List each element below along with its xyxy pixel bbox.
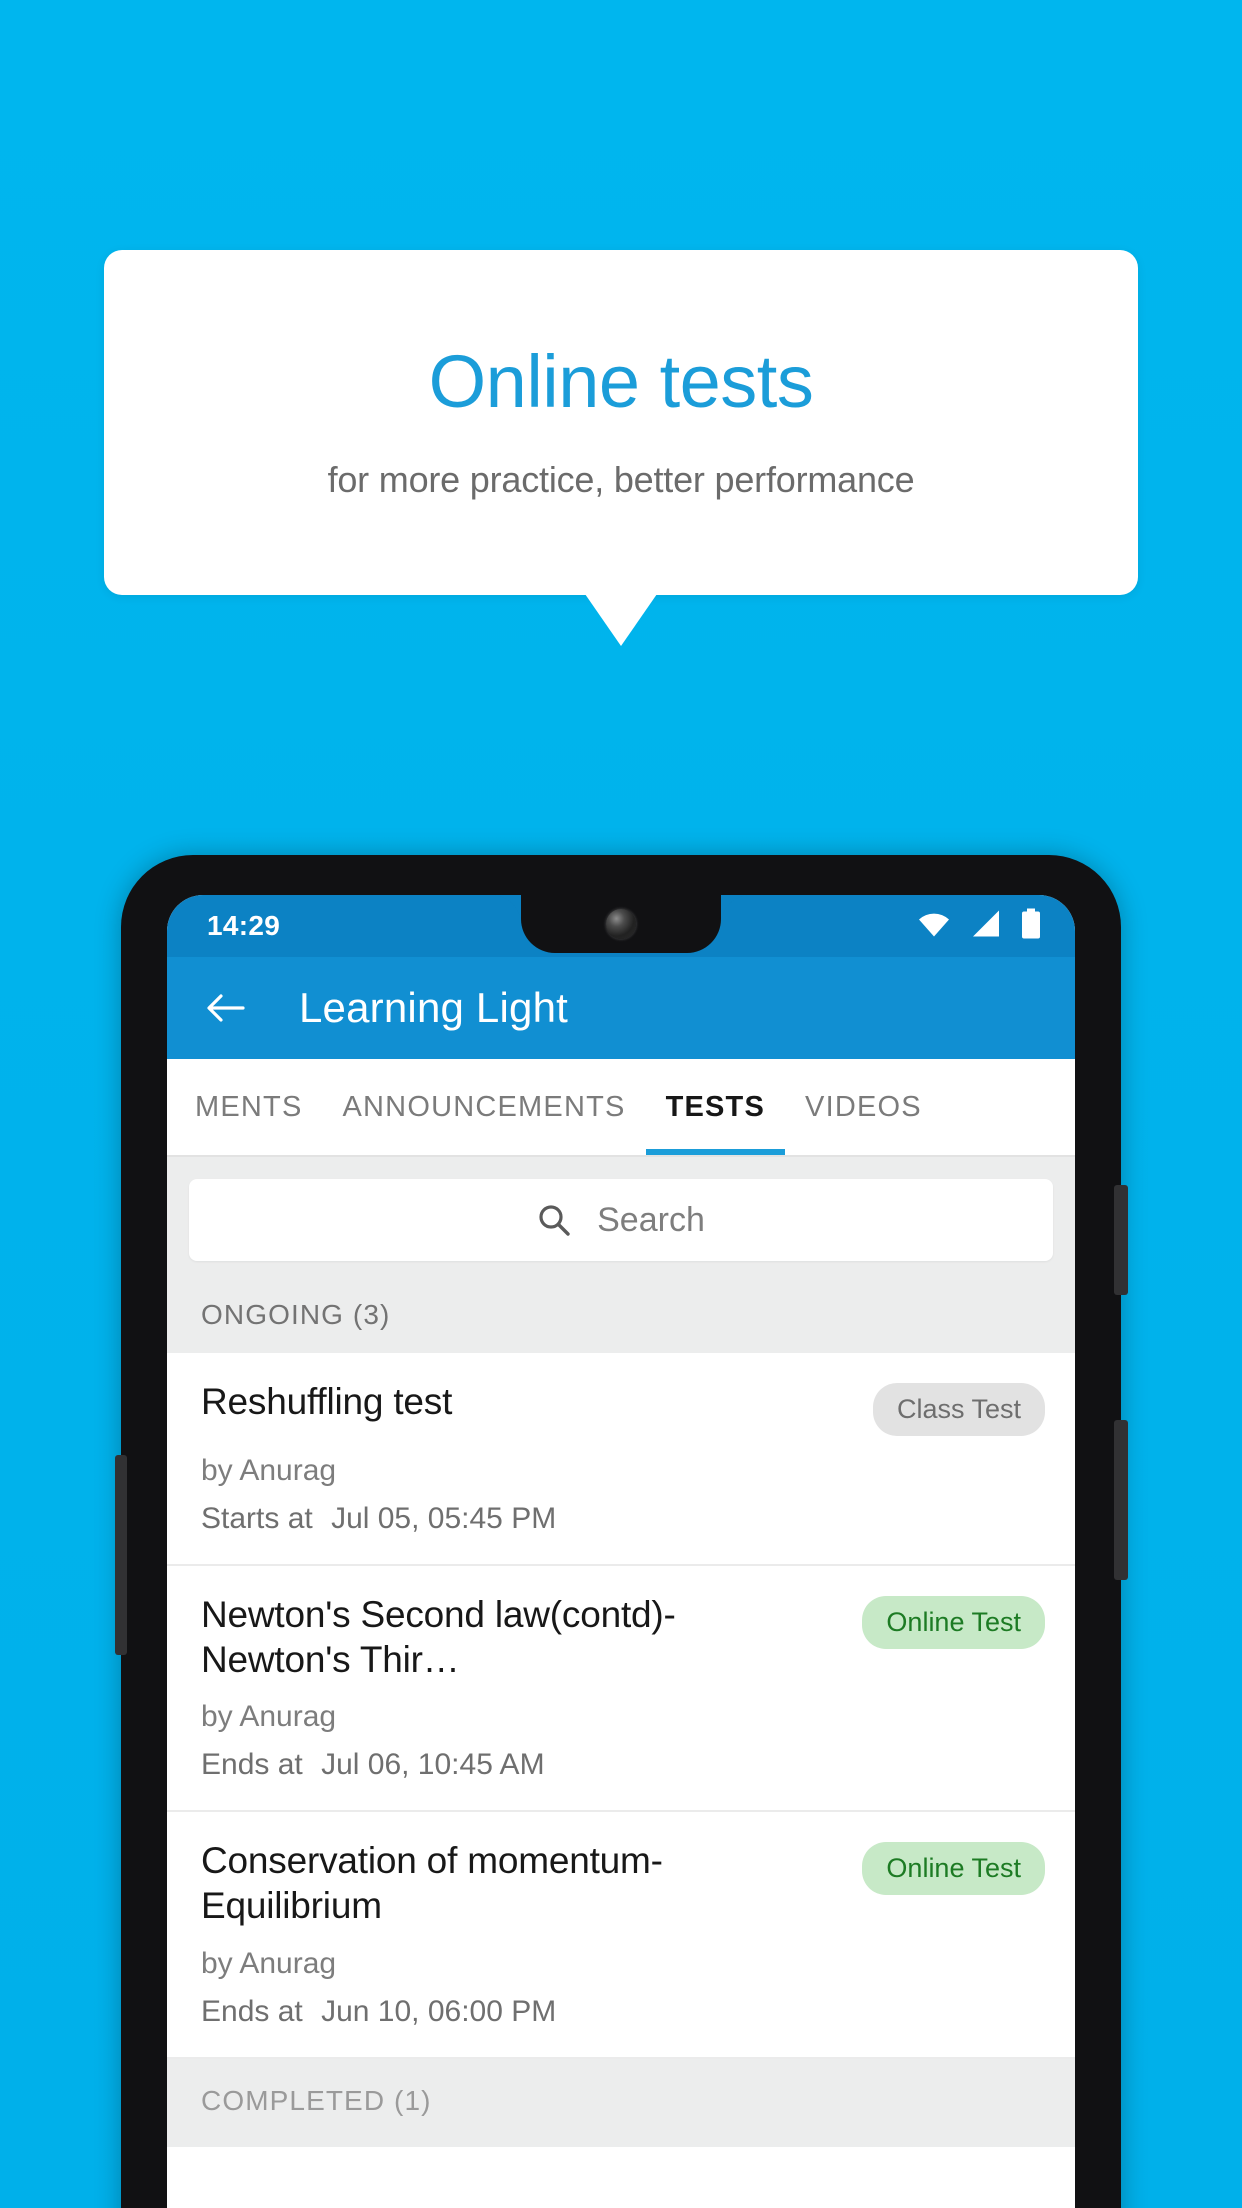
test-item-header: Newton's Second law(contd)-Newton's Thir… — [201, 1592, 1045, 1682]
signal-icon — [971, 910, 1001, 942]
app-bar: Learning Light — [167, 957, 1075, 1059]
battery-icon — [1021, 908, 1041, 944]
promo-subtitle: for more practice, better performance — [327, 458, 915, 500]
search-icon — [537, 1203, 571, 1237]
page-title: Learning Light — [299, 984, 569, 1031]
test-title: Reshuffling test — [201, 1381, 453, 1422]
test-time: Ends at Jul 06, 10:45 AM — [201, 1748, 1045, 1782]
test-author: by Anurag — [201, 1700, 337, 1734]
front-camera-icon — [606, 909, 636, 939]
active-tab-indicator — [646, 1149, 785, 1155]
test-list-item[interactable]: Reshuffling test Class Test by Anurag St… — [167, 1353, 1075, 1566]
search-section: Search — [167, 1157, 1075, 1285]
section-header-completed: COMPLETED (1) — [167, 2058, 1075, 2147]
test-time-value: Jul 05, 05:45 PM — [331, 1502, 557, 1535]
test-list: Reshuffling test Class Test by Anurag St… — [167, 1353, 1075, 2059]
search-placeholder: Search — [597, 1200, 705, 1239]
status-bar: 14:29 — [167, 895, 1075, 957]
test-item-header: Reshuffling test Class Test — [201, 1379, 1045, 1436]
promo-title: Online tests — [428, 339, 814, 423]
phone-right-button-upper — [1114, 1185, 1128, 1295]
tab-ments[interactable]: MENTS — [167, 1059, 323, 1155]
tab-bar: MENTS ANNOUNCEMENTS TESTS VIDEOS — [167, 1059, 1075, 1155]
test-list-item[interactable]: Conservation of momentum-Equilibrium Onl… — [167, 1812, 1075, 2059]
test-author: by Anurag — [201, 1946, 337, 1980]
test-time: Ends at Jun 10, 06:00 PM — [201, 1995, 1045, 2029]
phone-right-button-lower — [1114, 1420, 1128, 1580]
tab-announcements[interactable]: ANNOUNCEMENTS — [323, 1059, 646, 1155]
status-icons — [917, 908, 1041, 944]
test-time-label: Ends at — [201, 1748, 303, 1782]
status-badge: Class Test — [872, 1383, 1045, 1436]
test-time-label: Ends at — [201, 1994, 303, 2028]
promo-card: Online tests for more practice, better p… — [104, 250, 1138, 595]
section-header-ongoing: ONGOING (3) — [167, 1285, 1075, 1353]
phone-left-button — [115, 1455, 127, 1655]
test-list-item[interactable]: Newton's Second law(contd)-Newton's Thir… — [167, 1566, 1075, 1813]
status-badge: Online Test — [862, 1842, 1045, 1896]
back-arrow-icon[interactable] — [203, 986, 247, 1030]
test-time-label: Starts at — [201, 1502, 313, 1535]
phone-notch — [491, 895, 751, 953]
search-input[interactable]: Search — [189, 1179, 1053, 1261]
tab-videos[interactable]: VIDEOS — [785, 1059, 942, 1155]
tab-tests[interactable]: TESTS — [646, 1059, 785, 1155]
test-title: Conservation of momentum-Equilibrium — [201, 1840, 663, 1927]
status-time: 14:29 — [207, 910, 281, 941]
test-item-header: Conservation of momentum-Equilibrium Onl… — [201, 1838, 1045, 1928]
promo-card-tail — [585, 594, 657, 646]
test-time-value: Jun 10, 06:00 PM — [321, 1994, 557, 2028]
phone-mockup: 14:29 Learning Light MENTS ANNOUNCEMENTS… — [115, 855, 1128, 2208]
promo-screenshot: Online tests for more practice, better p… — [0, 0, 1242, 2208]
phone-screen: 14:29 Learning Light MENTS ANNOUNCEMENTS… — [167, 895, 1075, 2208]
test-time-value: Jul 06, 10:45 AM — [321, 1748, 545, 1782]
test-author: by Anurag — [201, 1454, 337, 1487]
test-time: Starts at Jul 05, 05:45 PM — [201, 1502, 1045, 1536]
test-title: Newton's Second law(contd)-Newton's Thir… — [201, 1594, 676, 1681]
wifi-icon — [917, 911, 951, 942]
status-badge: Online Test — [862, 1596, 1045, 1649]
